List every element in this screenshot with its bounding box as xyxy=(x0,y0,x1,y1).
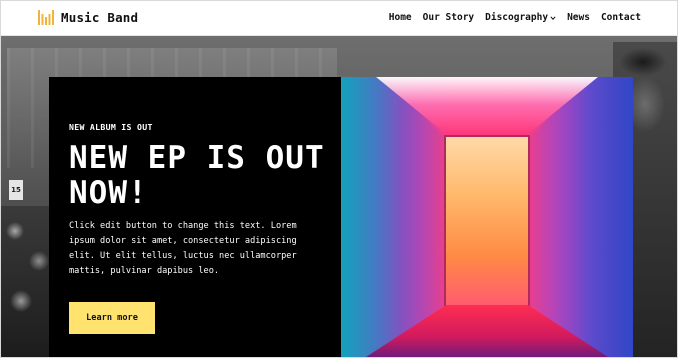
nav-item-contact[interactable]: Contact xyxy=(601,12,641,23)
nav-item-label: Contact xyxy=(600,12,641,23)
site-brand[interactable]: Music Band xyxy=(61,10,138,25)
nav-item-home[interactable]: Home xyxy=(389,12,412,23)
main-nav: Home Our Story Discography News Contact xyxy=(389,12,641,23)
nav-item-discography[interactable]: Discography xyxy=(485,12,556,23)
album-art-image xyxy=(341,77,633,357)
hero-body-text: Click edit button to change this text. L… xyxy=(69,221,297,276)
nav-item-label: Discography xyxy=(485,12,549,23)
corridor-door-frame xyxy=(444,135,530,309)
hero-content-panel: NEW ALBUM IS OUT NEW EP IS OUT NOW! Clic… xyxy=(49,77,341,357)
hero-eyebrow: NEW ALBUM IS OUT xyxy=(69,122,153,132)
learn-more-button[interactable]: Learn more xyxy=(69,302,155,334)
nav-item-label: Home xyxy=(388,12,412,23)
equalizer-bars-icon[interactable] xyxy=(38,10,54,25)
chevron-down-icon xyxy=(550,15,556,20)
nav-item-label: Our Story xyxy=(422,12,475,23)
page-frame: Music Band Home Our Story Discography Ne… xyxy=(0,0,678,358)
nav-item-our-story[interactable]: Our Story xyxy=(423,12,474,23)
nav-item-news[interactable]: News xyxy=(567,12,590,23)
nav-item-label: News xyxy=(567,12,590,23)
crowd-sign: 15 xyxy=(9,180,23,200)
site-header: Music Band Home Our Story Discography Ne… xyxy=(1,1,677,36)
hero-headline: NEW EP IS OUT NOW! xyxy=(69,140,325,211)
